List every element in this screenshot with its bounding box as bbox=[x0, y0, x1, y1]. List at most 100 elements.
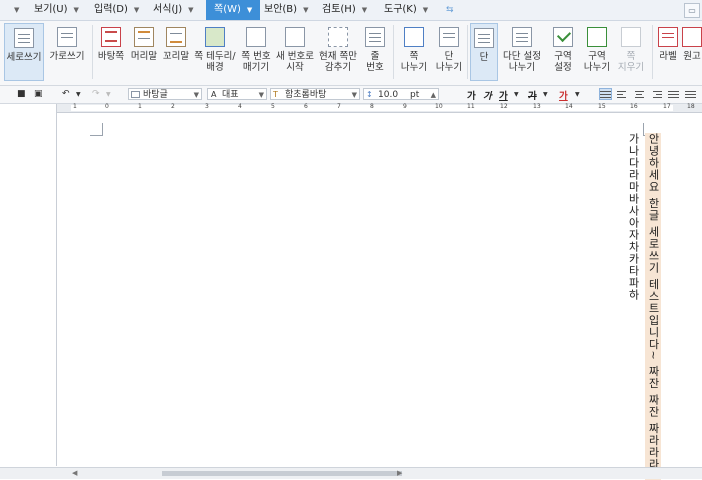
multi-column-button[interactable]: 다단 설정 나누기 bbox=[500, 23, 544, 81]
menu-dropdown-icon[interactable]: ▼ bbox=[14, 0, 19, 20]
chevron-down-icon: ▼ bbox=[193, 91, 199, 99]
footer-button[interactable]: 꼬리말 bbox=[160, 23, 192, 81]
column-button[interactable]: 단 bbox=[470, 23, 498, 81]
ribbon: 세로쓰기 가로쓰기 바탕쪽 머리말 꼬리말 쪽 테두리/ 배경 쪽 번호 매기기… bbox=[0, 21, 702, 86]
footer-icon bbox=[166, 27, 186, 47]
justify-align-icon[interactable] bbox=[599, 88, 612, 100]
section-break-button[interactable]: 구역 나누기 bbox=[580, 23, 614, 81]
left-margin-area bbox=[0, 104, 57, 466]
scroll-right-icon[interactable]: ▶ bbox=[397, 469, 402, 477]
menu-page[interactable]: 쪽(W) ▼ bbox=[206, 0, 261, 20]
menu-tools[interactable]: 도구(K) ▼ bbox=[384, 0, 428, 20]
menu-security[interactable]: 보안(B) ▼ bbox=[264, 0, 308, 20]
scrollbar-thumb[interactable] bbox=[162, 471, 402, 476]
font-size-icon: ↕ bbox=[366, 90, 373, 99]
scroll-left-icon[interactable]: ◀ bbox=[72, 469, 77, 477]
document-canvas[interactable]: 안녕하세요 한글 세로쓰기 테스트입니다~ 짜잔 짜잔 짜라라라~ 가나다라마바… bbox=[57, 113, 702, 480]
page-break-icon bbox=[404, 27, 424, 47]
new-number-icon bbox=[285, 27, 305, 47]
chevron-down-icon: ▼ bbox=[258, 91, 264, 99]
ribbon-divider bbox=[652, 25, 653, 79]
redo-icon[interactable]: ↷ bbox=[92, 88, 100, 101]
font-size-select[interactable]: ↕ 10.0 pt ▲ bbox=[363, 88, 439, 100]
chevron-down-icon[interactable]: ▼ bbox=[514, 88, 519, 101]
page-corner-mark bbox=[90, 123, 103, 136]
ruler-number: 7 bbox=[337, 103, 341, 110]
page-number-icon bbox=[246, 27, 266, 47]
font-name-select[interactable]: T 함초롬바탕 ▼ bbox=[270, 88, 360, 100]
header-button[interactable]: 머리말 bbox=[128, 23, 160, 81]
font-color-button[interactable]: 가 bbox=[559, 88, 568, 102]
chevron-down-icon[interactable]: ▼ bbox=[106, 88, 111, 101]
header-icon bbox=[134, 27, 154, 47]
chevron-down-icon[interactable]: ▼ bbox=[76, 88, 81, 101]
delete-page-icon bbox=[621, 27, 641, 47]
horizontal-writing-button[interactable]: 가로쓰기 bbox=[46, 23, 88, 81]
chevron-down-icon: ▼ bbox=[246, 6, 253, 14]
right-align-icon[interactable] bbox=[651, 89, 662, 99]
section-break-icon bbox=[587, 27, 607, 47]
chevron-down-icon[interactable]: ▼ bbox=[543, 88, 548, 101]
ruler-number: 15 bbox=[598, 103, 606, 110]
underline-button[interactable]: 가 bbox=[499, 88, 508, 102]
ruler-number: 6 bbox=[304, 103, 308, 110]
ruler-number: 8 bbox=[370, 103, 374, 110]
section-setting-button[interactable]: 구역 설정 bbox=[546, 23, 580, 81]
chevron-down-icon: ▼ bbox=[303, 6, 309, 14]
preview-icon[interactable]: ▣ bbox=[34, 88, 43, 101]
ruler-number: 11 bbox=[467, 103, 475, 110]
distribute-align-icon[interactable] bbox=[668, 89, 679, 99]
ruler-number: 16 bbox=[630, 103, 638, 110]
manuscript-button[interactable]: 원고 bbox=[682, 23, 702, 81]
chevron-down-icon: ▼ bbox=[351, 91, 357, 99]
vertical-writing-icon bbox=[14, 28, 34, 48]
language-icon: A bbox=[211, 90, 217, 99]
ribbon-divider bbox=[467, 25, 468, 79]
ruler-number: 3 bbox=[205, 103, 209, 110]
delete-page-button[interactable]: 쪽 지우기 bbox=[614, 23, 648, 81]
master-page-button[interactable]: 바탕쪽 bbox=[95, 23, 127, 81]
ruler-number: 12 bbox=[500, 103, 508, 110]
menu-review[interactable]: 검토(H) ▼ bbox=[322, 0, 367, 20]
strikethrough-button[interactable]: 가 bbox=[528, 88, 537, 102]
print-icon[interactable]: ■ bbox=[17, 88, 26, 101]
hide-current-page-button[interactable]: 현재 쪽만 감추기 bbox=[316, 23, 360, 81]
font-icon: T bbox=[273, 90, 278, 99]
style-select[interactable]: 바탕글 ▼ bbox=[128, 88, 202, 100]
ruler-number: 17 bbox=[663, 103, 671, 110]
window-icon[interactable]: ▭ bbox=[684, 3, 700, 18]
italic-button[interactable]: 가 bbox=[483, 88, 492, 102]
horizontal-scrollbar[interactable]: ◀ ▶ bbox=[0, 467, 702, 479]
ruler-number: 18 bbox=[687, 103, 695, 110]
page-number-button[interactable]: 쪽 번호 매기기 bbox=[238, 23, 274, 81]
text-line-2[interactable]: 가나다라마바사아자차카타파하 bbox=[625, 133, 641, 301]
format-toolbar: ■ ▣ ↶ ▼ ↷ ▼ 바탕글 ▼ A 대표 ▼ T 함초롬바탕 ▼ ↕ 10.… bbox=[0, 86, 702, 104]
ruler-number: 2 bbox=[171, 103, 175, 110]
bold-button[interactable]: 가 bbox=[467, 88, 476, 102]
ruler-number: 5 bbox=[271, 103, 275, 110]
menu-format[interactable]: 서식(J) ▼ bbox=[153, 0, 194, 20]
text-line-1[interactable]: 안녕하세요 한글 세로쓰기 테스트입니다~ 짜잔 짜잔 짜라라라~ bbox=[645, 133, 661, 480]
horizontal-ruler[interactable]: 1 0 1 2 3 4 5 6 7 8 9 10 11 12 13 14 15 … bbox=[57, 103, 702, 113]
menu-view[interactable]: 보기(U) ▼ bbox=[34, 0, 79, 20]
column-icon bbox=[474, 28, 494, 48]
font-language-select[interactable]: A 대표 ▼ bbox=[207, 88, 267, 100]
chevron-down-icon: ▼ bbox=[422, 6, 429, 14]
chevron-down-icon: ▼ bbox=[361, 6, 368, 14]
undo-icon[interactable]: ↶ bbox=[62, 88, 70, 101]
hide-icon bbox=[328, 27, 348, 47]
label-button[interactable]: 라벨 bbox=[655, 23, 681, 81]
column-break-button[interactable]: 단 나누기 bbox=[432, 23, 466, 81]
vertical-writing-button[interactable]: 세로쓰기 bbox=[4, 23, 44, 81]
quick-access-icon[interactable]: ⇆ bbox=[446, 0, 454, 20]
chevron-down-icon[interactable]: ▼ bbox=[575, 88, 580, 101]
ruler-number: 4 bbox=[238, 103, 242, 110]
split-align-icon[interactable] bbox=[685, 89, 696, 99]
center-align-icon[interactable] bbox=[634, 89, 645, 99]
left-align-icon[interactable] bbox=[617, 89, 628, 99]
menu-insert[interactable]: 입력(D) ▼ bbox=[94, 0, 139, 20]
page-border-button[interactable]: 쪽 테두리/ 배경 bbox=[192, 23, 238, 81]
line-number-button[interactable]: 줄 번호 bbox=[360, 23, 390, 81]
new-number-button[interactable]: 새 번호로 시작 bbox=[274, 23, 316, 81]
page-break-button[interactable]: 쪽 나누기 bbox=[396, 23, 432, 81]
